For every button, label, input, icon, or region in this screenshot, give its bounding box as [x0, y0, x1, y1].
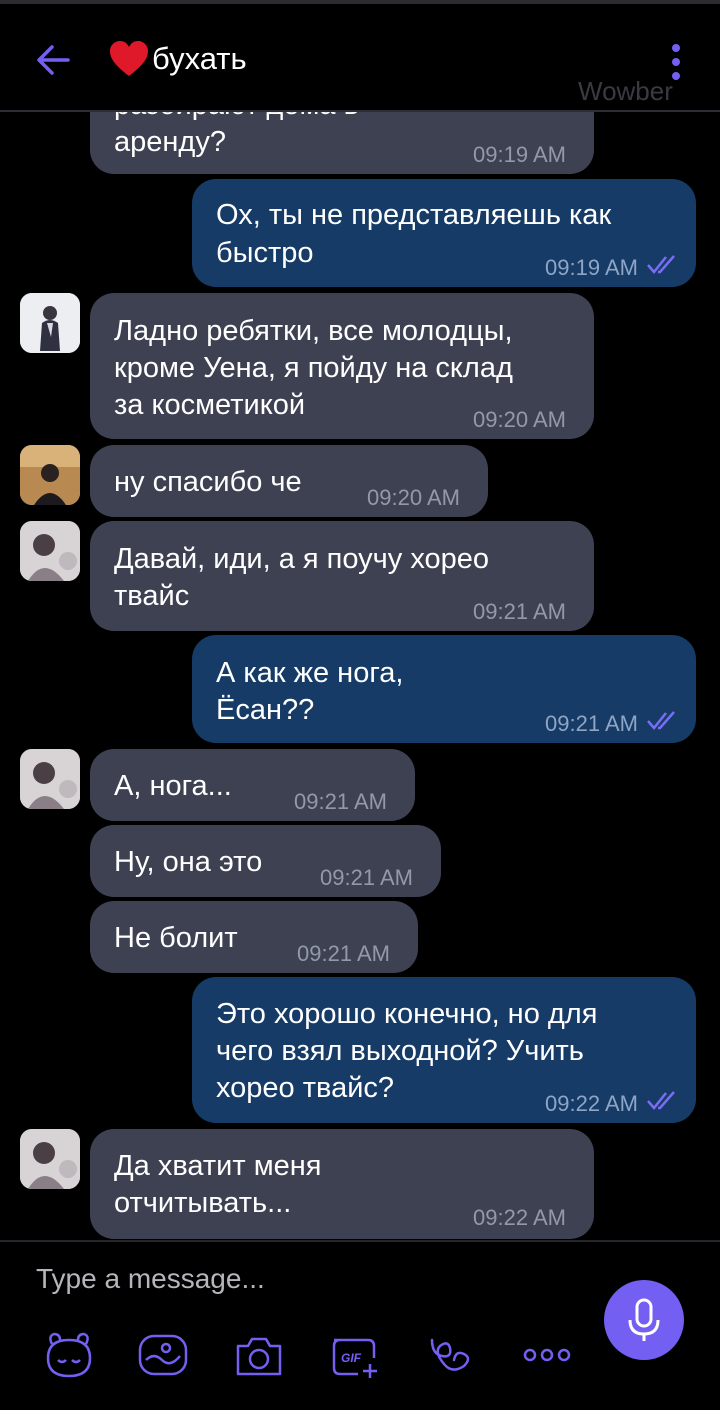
- message-time: 09:20 AM: [367, 485, 460, 510]
- avatar-photo: [20, 445, 80, 505]
- message-time: 09:21 AM: [297, 941, 390, 966]
- message-time: 09:21 AM: [545, 711, 638, 736]
- message-text-line: А, нога...: [114, 770, 232, 802]
- message-bubble-outgoing[interactable]: Это хорошо конечно, но для чего взял вых…: [192, 977, 696, 1123]
- message-bubble-incoming[interactable]: Ну, она это 09:21 AM: [90, 825, 441, 897]
- message-text-line: кроме Уена, я пойду на склад: [114, 352, 513, 384]
- gif-icon[interactable]: GIF: [328, 1330, 382, 1380]
- avatar-photo: [20, 293, 80, 353]
- message-time: 09:20 AM: [473, 407, 566, 432]
- message-text-line: Ну, она это: [114, 846, 263, 878]
- message-time: 09:21 AM: [320, 865, 413, 890]
- message-text-line: хорео твайс?: [216, 1072, 395, 1104]
- avatar-photo: [20, 1129, 80, 1189]
- avatar[interactable]: [20, 1129, 80, 1189]
- message-text-line: Ладно ребятки, все молодцы,: [114, 315, 513, 347]
- heart-emoji-icon: [110, 41, 148, 76]
- emoji-vine-icon[interactable]: [424, 1330, 478, 1380]
- message-text-line: чего взял выходной? Учить: [216, 1035, 584, 1067]
- message-text-line: за косметикой: [114, 389, 306, 421]
- double-check-icon: [647, 711, 675, 730]
- avatar-photo: [20, 749, 80, 809]
- avatar[interactable]: [20, 521, 80, 581]
- more-dots-icon[interactable]: [520, 1330, 574, 1380]
- message-text-line: Да хватит меня: [114, 1150, 322, 1182]
- message-time: 09:21 AM: [473, 599, 566, 624]
- message-input[interactable]: [34, 1262, 558, 1296]
- message-bubble-incoming[interactable]: ну спасибо че 09:20 AM: [90, 445, 488, 517]
- double-check-icon: [647, 255, 675, 274]
- message-text-line: Ох, ты не представляешь как: [216, 199, 612, 231]
- message-text-line: ну спасибо че: [114, 466, 302, 498]
- message-text-line: Не болит: [114, 922, 238, 954]
- message-bubble-outgoing[interactable]: Ох, ты не представляешь как быстро 09:19…: [192, 179, 696, 287]
- message-text-line: Давай, иди, а я поучу хорео: [114, 543, 490, 575]
- watermark: Wowber: [578, 76, 673, 106]
- sticker-bear-icon[interactable]: [42, 1330, 96, 1380]
- message-text-line: Это хорошо конечно, но для: [216, 998, 598, 1030]
- doodle-icon[interactable]: [136, 1330, 190, 1380]
- microphone-icon: [628, 1298, 660, 1341]
- double-check-icon: [647, 1091, 675, 1110]
- message-text-line: Ёсан??: [216, 694, 315, 726]
- message-time: 09:22 AM: [545, 1091, 638, 1116]
- message-bubble-incoming[interactable]: Ладно ребятки, все молодцы, кроме Уена, …: [90, 293, 594, 439]
- message-text-line: отчитывать...: [114, 1187, 292, 1219]
- message-time: 09:21 AM: [294, 789, 387, 814]
- message-text-line: твайс: [114, 580, 190, 612]
- voice-message-button[interactable]: [604, 1280, 684, 1360]
- avatar[interactable]: [20, 445, 80, 505]
- message-bubble-incoming[interactable]: А, нога... 09:21 AM: [90, 749, 415, 821]
- message-bubble-incoming[interactable]: Да хватит меня отчитывать... 09:22 AM: [90, 1129, 594, 1239]
- message-list[interactable]: разбирают дома в арендy? 09:19 AM Ох, ты…: [0, 0, 720, 1240]
- composer-bar: GIF: [0, 1240, 720, 1410]
- message-time: 09:19 AM: [473, 142, 566, 167]
- message-bubble-outgoing[interactable]: А как же нога, Ёсан?? 09:21 AM: [192, 635, 696, 743]
- message-bubble-incoming[interactable]: Давай, иди, а я поучу хорео твайс 09:21 …: [90, 521, 594, 631]
- message-text-line: арендy?: [114, 126, 226, 158]
- message-text-line: А как же нога,: [216, 657, 404, 689]
- message-time: 09:19 AM: [545, 255, 638, 280]
- avatar[interactable]: [20, 749, 80, 809]
- camera-icon[interactable]: [232, 1330, 286, 1380]
- message-time: 09:22 AM: [473, 1205, 566, 1230]
- arrow-left-icon[interactable]: [30, 38, 78, 82]
- avatar[interactable]: [20, 293, 80, 353]
- message-text-line: быстро: [216, 237, 314, 269]
- chat-title[interactable]: бухать: [108, 40, 247, 78]
- svg-text:GIF: GIF: [341, 1351, 362, 1365]
- avatar-photo: [20, 521, 80, 581]
- chat-title-text: бухать: [152, 41, 247, 76]
- message-bubble-incoming[interactable]: Не болит 09:21 AM: [90, 901, 418, 973]
